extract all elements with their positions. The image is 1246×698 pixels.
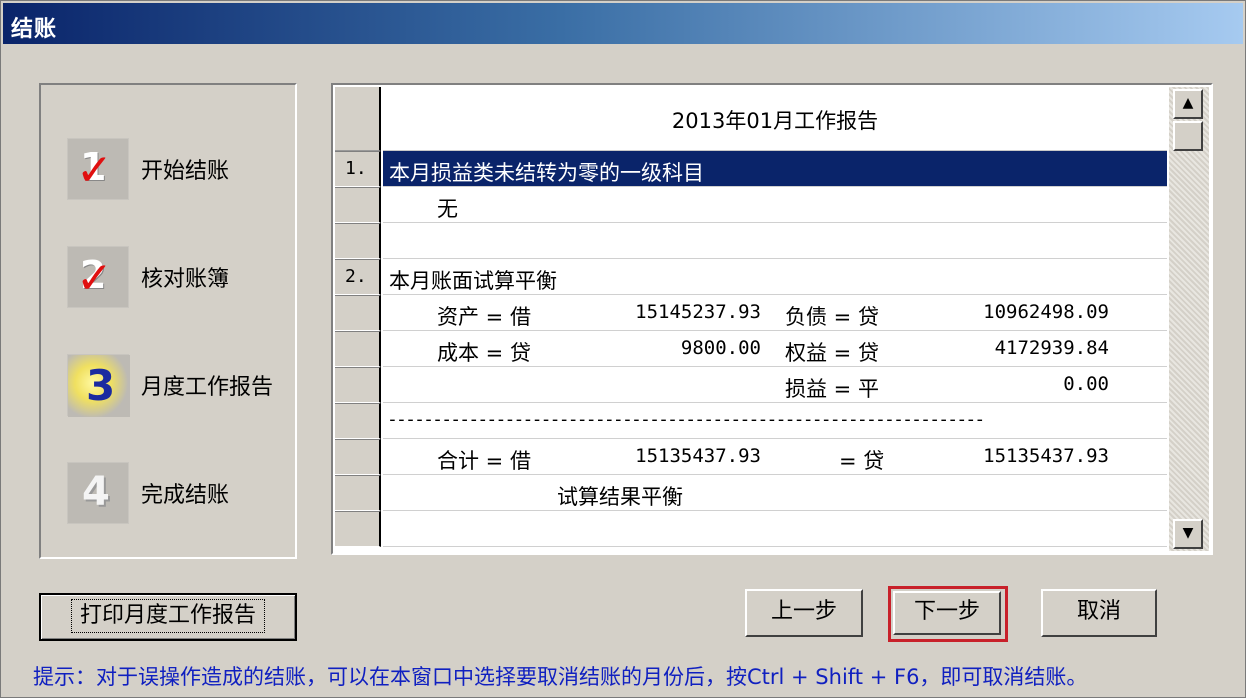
- divider-line: ----------------------------------------…: [387, 409, 985, 430]
- report-row[interactable]: ----------------------------------------…: [335, 403, 1167, 439]
- report-row[interactable]: [335, 511, 1167, 547]
- pl-value: 0.00: [1063, 373, 1109, 395]
- window-title: 结账: [11, 17, 58, 42]
- red-check-2-icon: 2 ✓: [67, 246, 129, 308]
- step-complete-checkout: 4 完成结账: [67, 461, 229, 525]
- next-step-button[interactable]: 下一步: [893, 591, 1001, 635]
- step-label: 月度工作报告: [141, 375, 274, 400]
- vertical-scrollbar[interactable]: ▲ ▼: [1169, 87, 1209, 551]
- steps-panel: 1 ✓ 开始结账 2 ✓ 核对账簿 3 月度工作报告 4 完成结账: [39, 83, 297, 559]
- cost-label: 成本 = 贷: [437, 341, 531, 365]
- checkout-window: 结账 1 ✓ 开始结账 2 ✓ 核对账簿 3 月度工作报告 4 完成结账 201…: [0, 0, 1246, 698]
- cancel-button[interactable]: 取消: [1041, 589, 1157, 637]
- row-number: [335, 223, 381, 259]
- liability-value: 10962498.09: [983, 301, 1109, 323]
- total-debit: 15135437.93: [635, 445, 761, 467]
- row-number: 2.: [335, 259, 381, 295]
- step-label: 核对账簿: [141, 267, 230, 292]
- balance-result: 试算结果平衡: [557, 485, 683, 509]
- hint-text: 提示：对于误操作造成的结账，可以在本窗口中选择要取消结账的月份后，按Ctrl +…: [33, 665, 1088, 689]
- scroll-thumb[interactable]: [1173, 121, 1203, 151]
- section2-title: 本月账面试算平衡: [389, 269, 557, 293]
- row-number: [335, 439, 381, 475]
- row-number: [335, 295, 381, 331]
- equity-label: 权益 = 贷: [785, 341, 879, 365]
- row-number: 1.: [335, 151, 381, 187]
- total-label: 合计 = 借: [437, 449, 531, 473]
- report-header: 2013年01月工作报告: [383, 87, 1167, 151]
- report-row[interactable]: 无: [335, 187, 1167, 223]
- report-row[interactable]: [335, 223, 1167, 259]
- report-row[interactable]: 合计 = 借 15135437.93 = 贷 15135437.93: [335, 439, 1167, 475]
- step-monthly-report: 3 月度工作报告: [67, 353, 273, 417]
- row-number: [335, 367, 381, 403]
- report-row[interactable]: 试算结果平衡: [335, 475, 1167, 511]
- report-row[interactable]: 2. 本月账面试算平衡: [335, 259, 1167, 295]
- pl-label: 损益 = 平: [785, 377, 879, 401]
- row-number: [335, 187, 381, 223]
- report-row[interactable]: 1. 本月损益类未结转为零的一级科目: [335, 151, 1167, 187]
- report-row[interactable]: 成本 = 贷 9800.00 权益 = 贷 4172939.84: [335, 331, 1167, 367]
- plain-4-icon: 4: [67, 462, 129, 524]
- row-header-corner: [335, 87, 381, 151]
- report-panel[interactable]: 2013年01月工作报告 1. 本月损益类未结转为零的一级科目 无 2. 本月账…: [331, 83, 1213, 555]
- highlighted-3-icon: 3: [67, 354, 130, 417]
- cost-value: 9800.00: [680, 337, 761, 359]
- liability-label: 负债 = 贷: [785, 305, 879, 329]
- step-start-checkout: 1 ✓ 开始结账: [67, 137, 229, 201]
- step-label: 完成结账: [141, 483, 230, 508]
- total-credit: 15135437.93: [983, 445, 1109, 467]
- row-number: [335, 511, 381, 547]
- scroll-up-icon[interactable]: ▲: [1173, 89, 1203, 119]
- scroll-down-icon[interactable]: ▼: [1173, 519, 1203, 549]
- prev-step-button[interactable]: 上一步: [745, 589, 863, 637]
- print-report-label: 打印月度工作报告: [70, 599, 266, 633]
- asset-value: 15145237.93: [635, 301, 761, 323]
- section1-title: 本月损益类未结转为零的一级科目: [389, 161, 704, 185]
- step-label: 开始结账: [141, 159, 230, 184]
- title-bar[interactable]: 结账: [3, 3, 1243, 44]
- row-number: [335, 475, 381, 511]
- asset-label: 资产 = 借: [437, 305, 531, 329]
- red-check-1-icon: 1 ✓: [67, 138, 129, 200]
- row-number: [335, 403, 381, 439]
- equity-value: 4172939.84: [994, 337, 1109, 359]
- report-title: 2013年01月工作报告: [671, 109, 879, 133]
- report-grid: 2013年01月工作报告 1. 本月损益类未结转为零的一级科目 无 2. 本月账…: [335, 87, 1167, 551]
- row-number: [335, 331, 381, 367]
- report-row[interactable]: 损益 = 平 0.00: [335, 367, 1167, 403]
- report-row[interactable]: 资产 = 借 15145237.93 负债 = 贷 10962498.09: [335, 295, 1167, 331]
- step-verify-ledger: 2 ✓ 核对账簿: [67, 245, 229, 309]
- print-report-button[interactable]: 打印月度工作报告: [39, 593, 297, 641]
- section1-value: 无: [437, 197, 458, 221]
- total-credit-label: = 贷: [839, 449, 885, 473]
